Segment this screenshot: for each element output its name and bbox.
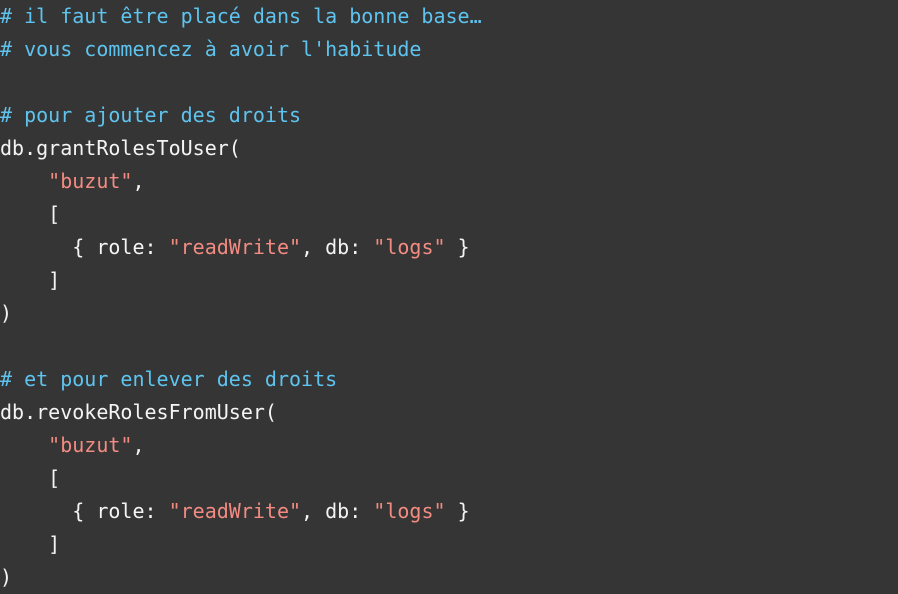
code-line: ) (0, 561, 12, 594)
code-comment: # pour ajouter des droits (0, 103, 302, 127)
code-line: "buzut", (0, 429, 145, 462)
code-text: ] (0, 532, 61, 556)
code-text: db.grantRolesToUser( (0, 136, 241, 160)
code-string: "readWrite" (168, 499, 302, 523)
code-text: } (445, 235, 470, 259)
code-string: "buzut" (48, 169, 133, 193)
code-string: "logs" (373, 235, 446, 259)
code-line: ) (0, 297, 12, 330)
code-line: [ (0, 198, 60, 231)
code-line: db.grantRolesToUser( (0, 132, 241, 165)
code-line: { role: "readWrite", db: "logs" } (0, 231, 470, 264)
code-text: ) (0, 565, 13, 589)
code-line: ] (0, 528, 60, 561)
code-text: , (132, 433, 145, 457)
code-text: ) (0, 301, 13, 325)
code-line: [ (0, 462, 60, 495)
code-text: , db: (301, 235, 374, 259)
code-line: # il faut être placé dans la bonne base… (0, 0, 482, 33)
code-line: ] (0, 264, 60, 297)
code-string: "readWrite" (168, 235, 302, 259)
code-text: [ (0, 202, 61, 226)
code-text: db.revokeRolesFromUser( (0, 400, 277, 424)
code-text: ] (0, 268, 61, 292)
code-line: db.revokeRolesFromUser( (0, 396, 277, 429)
code-text: , db: (301, 499, 374, 523)
code-block: # il faut être placé dans la bonne base…… (0, 0, 898, 593)
code-line: # et pour enlever des droits (0, 363, 337, 396)
code-comment: # vous commencez à avoir l'habitude (0, 37, 422, 61)
code-text: { role: (0, 235, 169, 259)
code-text: , (132, 169, 145, 193)
code-line: { role: "readWrite", db: "logs" } (0, 495, 470, 528)
code-line: # pour ajouter des droits (0, 99, 301, 132)
code-text: { role: (0, 499, 169, 523)
code-line: # vous commencez à avoir l'habitude (0, 33, 421, 66)
code-text: } (445, 499, 470, 523)
code-text: [ (0, 466, 61, 490)
code-string: "logs" (373, 499, 446, 523)
code-line: "buzut", (0, 165, 145, 198)
code-comment: # et pour enlever des droits (0, 367, 338, 391)
code-comment: # il faut être placé dans la bonne base… (0, 4, 482, 28)
code-string: "buzut" (48, 433, 133, 457)
